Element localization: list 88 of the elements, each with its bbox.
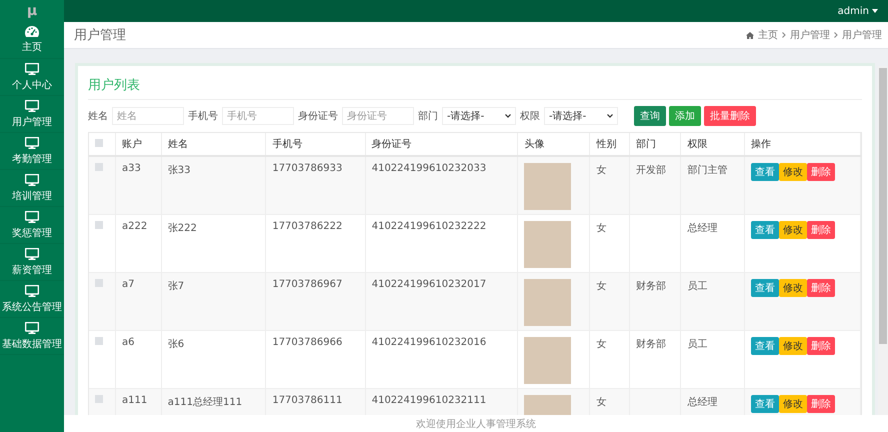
row-action-button[interactable]: 删除 (806, 336, 835, 354)
row-action-button[interactable]: 删除 (806, 163, 835, 181)
monitor-icon (25, 62, 39, 74)
row-action-button[interactable]: 修改 (778, 220, 807, 238)
toolbar-button[interactable]: 添加 (669, 106, 701, 126)
filter-label: 手机号 (188, 110, 218, 123)
table-cell: 410224199610232017 (365, 272, 518, 330)
monitor-icon (25, 210, 39, 222)
chevron-icon (782, 32, 786, 38)
search-field[interactable]: 手机号 (222, 107, 294, 125)
avatar-placeholder (524, 336, 572, 384)
row-action-button[interactable]: 修改 (778, 336, 807, 354)
table-cell: 410224199610232033 (365, 156, 518, 214)
monitor-icon (25, 136, 39, 148)
row-action-button[interactable]: 修改 (778, 278, 807, 296)
row-action-button[interactable]: 删除 (806, 220, 835, 238)
row-action-button[interactable]: 修改 (778, 394, 807, 412)
gauge-icon (25, 26, 39, 37)
toolbar-button[interactable]: 批量删除 (704, 106, 756, 126)
table-cell: a6 (116, 330, 162, 388)
table-cell: 财务部 (629, 330, 681, 388)
table-cell: 17703786967 (266, 272, 366, 330)
breadcrumb-link[interactable]: 主页 (758, 28, 778, 42)
footer-text: 欢迎使用企业人事管理系统 (64, 415, 888, 432)
avatar-placeholder (524, 278, 572, 326)
table-cell: 410224199610232016 (365, 330, 518, 388)
avatar-placeholder (524, 220, 572, 268)
home-icon (746, 32, 754, 38)
table-cell: 女 (590, 214, 630, 272)
dropdown-field[interactable]: -请选择- (544, 107, 618, 125)
chevron-icon (834, 32, 838, 38)
row-action-button[interactable]: 查看 (750, 394, 779, 412)
table-cell: 女 (590, 330, 630, 388)
search-field[interactable]: 身份证号 (342, 107, 414, 125)
monitor-icon (25, 100, 39, 112)
table-cell: 张7 (161, 272, 266, 330)
table-cell: a33 (116, 156, 162, 214)
filter-label: 部门 (418, 110, 438, 123)
page-title: 用户管理 (74, 27, 126, 44)
row-action-button[interactable]: 查看 (750, 278, 779, 296)
monitor-icon (25, 174, 39, 186)
table-cell: 员工 (680, 330, 744, 388)
checkbox[interactable] (95, 394, 103, 402)
filter-label: 权限 (520, 110, 540, 123)
row-action-button[interactable]: 修改 (778, 163, 807, 181)
breadcrumb-link[interactable]: 用户管理 (842, 28, 882, 42)
table-cell: 张6 (161, 330, 266, 388)
checkbox[interactable] (95, 278, 103, 286)
table-cell: 17703786222 (266, 214, 366, 272)
breadcrumb-link[interactable]: 用户管理 (790, 28, 830, 42)
filter-label: 姓名 (88, 110, 108, 123)
checkbox[interactable] (95, 138, 103, 146)
dropdown-field[interactable]: -请选择- (442, 107, 516, 125)
row-action-button[interactable]: 删除 (806, 278, 835, 296)
table-cell: 总经理 (680, 214, 744, 272)
toolbar-button[interactable]: 查询 (634, 106, 666, 126)
row-action-button[interactable]: 查看 (750, 336, 779, 354)
table-cell: a7 (116, 272, 162, 330)
table-cell: 张222 (161, 214, 266, 272)
card-title: 用户列表 (88, 72, 862, 100)
table-cell: 女 (590, 156, 630, 214)
table-cell: 财务部 (629, 272, 681, 330)
chevron-down-icon (607, 114, 613, 118)
row-action-button[interactable]: 删除 (806, 394, 835, 412)
caret-icon (872, 9, 878, 13)
filter-label: 身份证号 (298, 110, 338, 123)
table-cell: 17703786966 (266, 330, 366, 388)
table-cell: 女 (590, 272, 630, 330)
monitor-icon (25, 284, 39, 296)
user-menu[interactable]: admin (838, 6, 888, 16)
checkbox[interactable] (95, 220, 103, 228)
table-cell: a222 (116, 214, 162, 272)
row-action-button[interactable]: 查看 (750, 163, 779, 181)
row-action-button[interactable]: 查看 (750, 220, 779, 238)
logo: μ (0, 0, 64, 22)
checkbox[interactable] (95, 163, 103, 171)
avatar-placeholder (524, 163, 572, 210)
table-cell: 部门主管 (680, 156, 744, 214)
chevron-down-icon (505, 114, 511, 118)
table-cell: 17703786933 (266, 156, 366, 214)
checkbox[interactable] (95, 336, 103, 344)
monitor-icon (25, 322, 39, 334)
table-cell: 张33 (161, 156, 266, 214)
table-cell: 开发部 (629, 156, 681, 214)
table-cell: 410224199610232222 (365, 214, 518, 272)
table-cell: 员工 (680, 272, 744, 330)
monitor-icon (25, 248, 39, 260)
search-field[interactable]: 姓名 (112, 107, 184, 125)
